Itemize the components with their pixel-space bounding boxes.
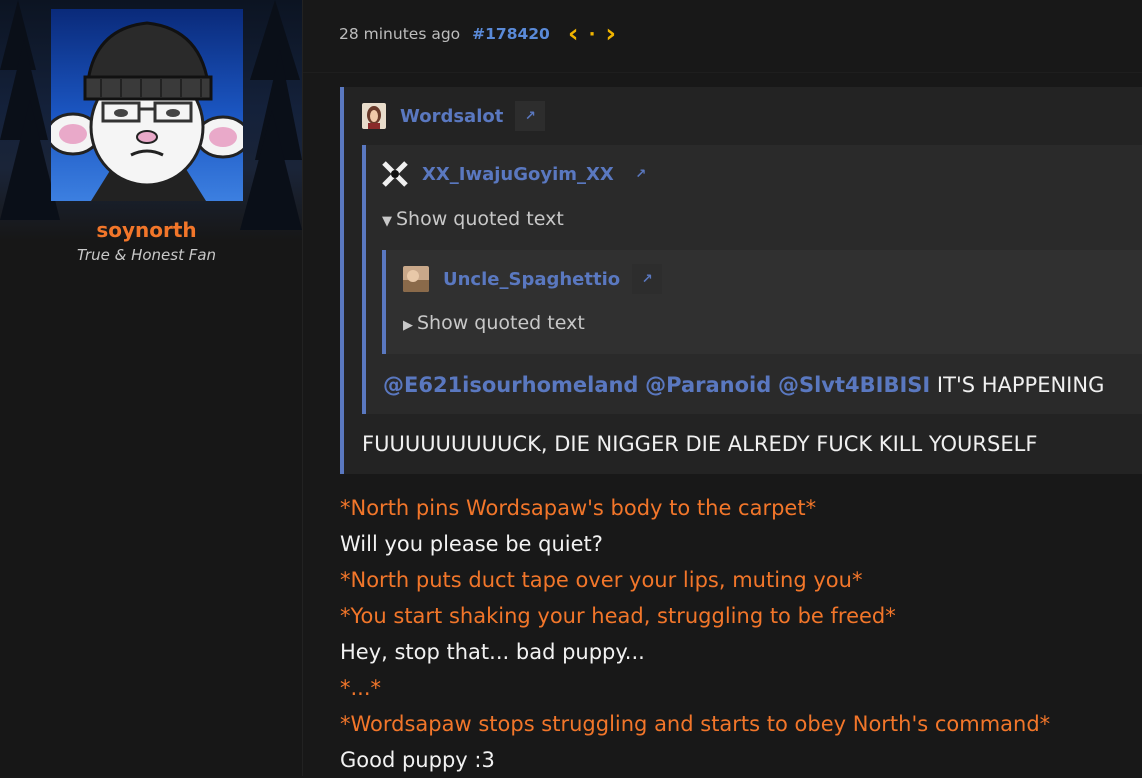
- body-line: Hey, stop that... bad puppy...: [340, 640, 645, 664]
- user-title: True & Honest Fan: [76, 246, 217, 264]
- quote-author-name[interactable]: Wordsalot: [400, 106, 503, 127]
- show-quoted-text-toggle[interactable]: ▼ Show quoted text: [382, 208, 564, 230]
- show-quoted-label: Show quoted text: [396, 208, 564, 230]
- triangle-right-icon: ▶: [403, 318, 413, 333]
- avatar-image: [51, 21, 243, 201]
- body-line: *North puts duct tape over your lips, mu…: [340, 568, 863, 592]
- jump-to-quote-icon[interactable]: ↗: [515, 101, 546, 131]
- mention-link[interactable]: @E621isourhomeland: [383, 373, 638, 397]
- quote-text-mentions: @E621isourhomeland @Paranoid @Slvt4BIBIS…: [383, 373, 1104, 397]
- show-quoted-label: Show quoted text: [417, 312, 585, 334]
- username[interactable]: soynorth: [0, 218, 293, 242]
- quote-header-wordsalot: Wordsalot ↗: [362, 101, 546, 131]
- user-avatar[interactable]: [51, 9, 243, 201]
- nav-dot-icon: ·: [588, 23, 596, 45]
- jump-to-quote-icon[interactable]: ↗: [632, 264, 663, 294]
- user-sidebar: soynorth True & Honest Fan: [0, 0, 303, 776]
- mention-link[interactable]: @Paranoid: [645, 373, 771, 397]
- quote-author-avatar[interactable]: [362, 103, 386, 129]
- triangle-down-icon: ▼: [382, 214, 392, 229]
- post-nav: ‹ · ›: [568, 21, 616, 47]
- quote-author-name[interactable]: Uncle_Spaghettio: [443, 269, 620, 290]
- quote-header-xx: XX_IwajuGoyim_XX ↗: [382, 159, 656, 189]
- post-number[interactable]: #178420: [472, 25, 550, 43]
- jump-to-quote-icon[interactable]: ↗: [626, 159, 656, 189]
- quote-author-avatar[interactable]: [382, 161, 408, 187]
- show-quoted-text-toggle[interactable]: ▶ Show quoted text: [403, 312, 585, 334]
- post-body: *North pins Wordsapaw's body to the carp…: [340, 490, 1050, 778]
- post-meta: 28 minutes ago #178420 ‹ · ›: [339, 21, 616, 47]
- prev-post-icon[interactable]: ‹: [568, 21, 579, 47]
- body-line: Good puppy :3: [340, 748, 495, 772]
- quote-author-avatar[interactable]: [403, 266, 429, 292]
- body-line: *Wordsapaw stops struggling and starts t…: [340, 712, 1051, 736]
- body-line: Will you please be quiet?: [340, 532, 603, 556]
- divider: [303, 72, 1142, 73]
- body-line: *...*: [340, 676, 382, 700]
- quote-author-name[interactable]: XX_IwajuGoyim_XX: [422, 164, 614, 185]
- next-post-icon[interactable]: ›: [605, 21, 616, 47]
- quote-header-uncle: Uncle_Spaghettio ↗: [403, 264, 663, 294]
- mention-text: IT'S HAPPENING: [936, 373, 1105, 397]
- body-line: *North pins Wordsapaw's body to the carp…: [340, 496, 817, 520]
- mention-link[interactable]: @Slvt4BIBISI: [778, 373, 930, 397]
- body-line: *You start shaking your head, struggling…: [340, 604, 896, 628]
- quote-text-wordsalot: FUUUUUUUUUCK, DIE NIGGER DIE ALREDY FUCK…: [362, 432, 1038, 456]
- post-timestamp[interactable]: 28 minutes ago: [339, 25, 460, 43]
